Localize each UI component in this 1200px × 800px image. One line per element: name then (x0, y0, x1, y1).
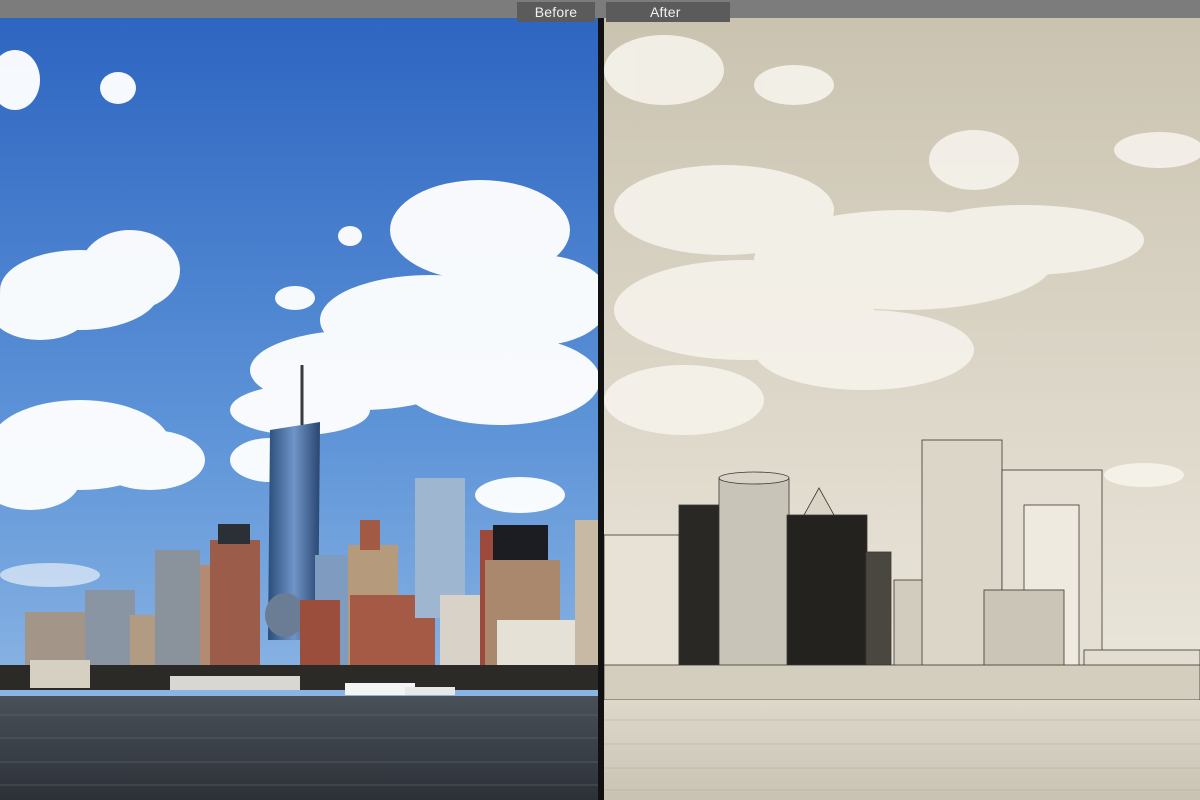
comparison-header-bar (0, 0, 1200, 18)
before-label: Before (517, 2, 595, 22)
after-image-pane[interactable] (604, 0, 1200, 800)
after-water (604, 700, 1200, 800)
before-image-pane[interactable] (0, 0, 598, 800)
before-after-viewer: Before After (0, 0, 1200, 800)
after-photo (604, 0, 1200, 800)
after-label: After (606, 2, 730, 22)
before-photo (0, 0, 598, 800)
before-water (0, 696, 598, 800)
